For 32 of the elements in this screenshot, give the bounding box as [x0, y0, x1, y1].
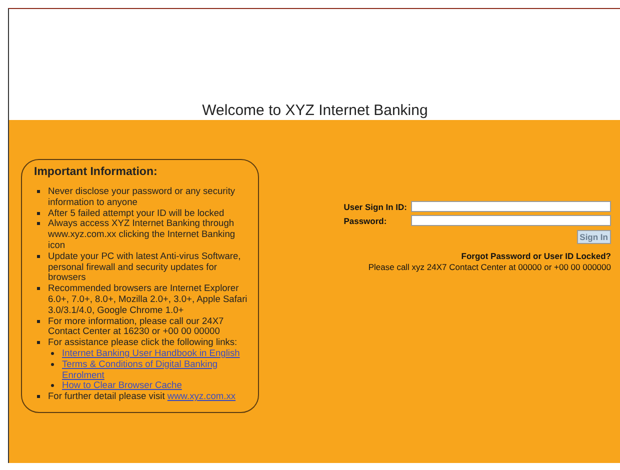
- info-text: Never disclose your password or any security information to anyone: [48, 186, 236, 207]
- help-link[interactable]: Internet Banking User Handbook in English: [62, 348, 240, 359]
- sign-in-button[interactable]: Sign In: [576, 230, 611, 244]
- help-link[interactable]: Terms & Conditions of Digital Banking Enrolment: [62, 358, 248, 380]
- bullet-icon: [51, 352, 54, 355]
- info-text: Always access XYZ Internet Banking through www.xyz.com.xx clicking the Internet Banking icon: [48, 218, 236, 250]
- bullet-icon: [37, 212, 40, 215]
- info-text: For further detail please visit: [48, 391, 165, 402]
- info-text: Recommended browsers are Internet Explorer 6.0+, 7.0+, 8.0+, Mozilla 2.0+, 3.0+, Apple Safari 3.0/3.1/4.0, Google Chrome 1.0+: [48, 283, 248, 315]
- bullet-icon: [51, 362, 54, 366]
- bullet-icon: [37, 395, 40, 398]
- forgot-text: Forgot Password or User ID Locked?: [461, 251, 611, 261]
- bullet-icon: [37, 341, 40, 344]
- info-heading: Important Information:: [34, 166, 158, 178]
- input-field[interactable]: [411, 215, 611, 226]
- info-text: For assistance please click the following links:: [48, 337, 238, 348]
- input-field[interactable]: [411, 201, 611, 212]
- website-link[interactable]: www.xyz.com.xx: [167, 391, 236, 402]
- bullet-icon: [37, 222, 40, 226]
- info-text: For more information, please call our 24X7 Contact Center at 16230 or +00 00 00000: [48, 316, 224, 336]
- info-text: After 5 failed attempt your ID will be locked: [48, 208, 224, 218]
- bullet-icon: [37, 320, 40, 323]
- contact-text: Please call xyz 24X7 Contact Center at 00000 or +00 00 000000: [368, 262, 611, 272]
- bullet-icon: [51, 384, 54, 388]
- info-text: Update your PC with latest Anti-virus Software, personal firewall and security updates for browsers: [48, 250, 241, 282]
- bullet-icon: [37, 190, 40, 193]
- field-label: Password:: [344, 216, 388, 226]
- bullet-icon: [37, 287, 40, 290]
- help-link[interactable]: How to Clear Browser Cache: [62, 380, 182, 392]
- bullet-icon: [37, 254, 40, 258]
- field-label: User Sign In ID:: [344, 202, 407, 212]
- page-title: Welcome to XYZ Internet Banking: [202, 102, 428, 120]
